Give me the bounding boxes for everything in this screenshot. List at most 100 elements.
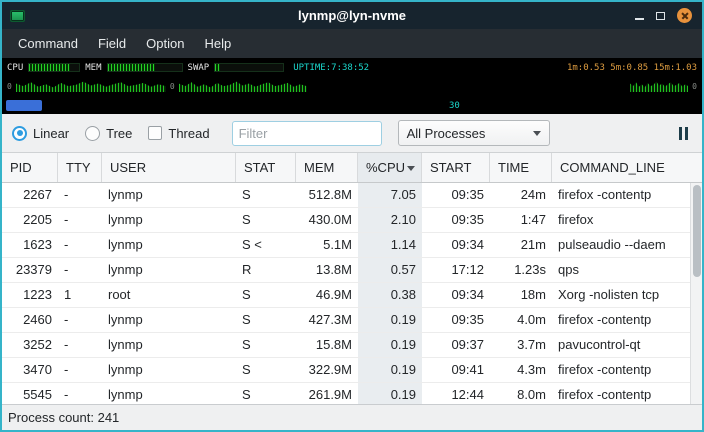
graph-timeline: 30 — [2, 98, 702, 114]
linear-radio-label: Linear — [33, 126, 69, 141]
cell-start: 09:35 — [422, 208, 490, 232]
sort-desc-icon — [407, 166, 415, 171]
table-row[interactable]: 2205-lynmpS430.0M2.1009:351:47firefox — [2, 208, 690, 233]
process-scope-select[interactable]: All Processes — [398, 120, 550, 146]
menu-field[interactable]: Field — [88, 31, 136, 56]
linear-radio[interactable] — [12, 126, 27, 141]
column-header-start[interactable]: START — [422, 153, 490, 182]
cell-pid: 2267 — [2, 183, 58, 207]
cell-start: 09:35 — [422, 308, 490, 332]
cell-user: lynmp — [102, 308, 236, 332]
cell-start: 09:37 — [422, 333, 490, 357]
cell-time: 4.3m — [490, 358, 552, 382]
cell-user: lynmp — [102, 208, 236, 232]
thread-checkbox[interactable] — [148, 126, 162, 140]
mem-label: MEM — [85, 63, 101, 73]
menu-command[interactable]: Command — [8, 31, 88, 56]
column-header-label: TTY — [66, 160, 91, 175]
cell-cmd: firefox -contentp — [552, 358, 690, 382]
cell-tty: - — [58, 258, 102, 282]
column-header-cpu[interactable]: %CPU — [358, 153, 422, 182]
cell-time: 21m — [490, 233, 552, 257]
app-window: lynmp@lyn-nvme Command Field Option Help… — [0, 0, 704, 432]
cell-start: 09:35 — [422, 183, 490, 207]
cell-time: 24m — [490, 183, 552, 207]
pause-icon — [685, 127, 688, 140]
cell-mem: 261.9M — [296, 383, 358, 404]
cpu-meter — [28, 63, 80, 72]
timeline-marker — [6, 100, 42, 111]
tree-radio-label: Tree — [106, 126, 132, 141]
thread-checkbox-label: Thread — [168, 126, 209, 141]
cell-cpu: 0.19 — [358, 383, 422, 404]
cell-mem: 13.8M — [296, 258, 358, 282]
table-row[interactable]: 3470-lynmpS322.9M0.1909:414.3mfirefox -c… — [2, 358, 690, 383]
cell-pid: 2460 — [2, 308, 58, 332]
close-icon[interactable] — [677, 8, 692, 23]
cell-cpu: 0.57 — [358, 258, 422, 282]
table-header: PID TTY USER STAT MEM %CPUSTART TIME COMMAND_LI… — [2, 152, 702, 183]
scrollbar-thumb[interactable] — [693, 185, 701, 277]
cell-time: 1:47 — [490, 208, 552, 232]
column-header-time[interactable]: TIME — [490, 153, 552, 182]
cell-cmd: qps — [552, 258, 690, 282]
menu-help[interactable]: Help — [194, 31, 241, 56]
column-header-stat[interactable]: STAT — [236, 153, 296, 182]
cell-stat: S — [236, 308, 296, 332]
tree-radio[interactable] — [85, 126, 100, 141]
load-average-label: 1m:0.53 5m:0.85 15m:1.03 — [567, 63, 697, 73]
cell-start: 09:34 — [422, 283, 490, 307]
system-monitor: CPU MEM SWAP UPTIME:7:38:52 1m:0.53 5m:0… — [2, 58, 702, 98]
linear-radio-group[interactable]: Linear — [12, 126, 69, 141]
cell-cmd: firefox -contentp — [552, 183, 690, 207]
column-header-label: COMMAND_LINE — [560, 160, 665, 175]
restore-icon[interactable] — [656, 12, 665, 20]
cell-cmd: pulseaudio --daem — [552, 233, 690, 257]
process-count-label: Process count: 241 — [8, 410, 119, 425]
vertical-scrollbar[interactable] — [690, 183, 702, 404]
table-row[interactable]: 2460-lynmpS427.3M0.1909:354.0mfirefox -c… — [2, 308, 690, 333]
cell-tty: 1 — [58, 283, 102, 307]
mem-graph-zero-label: 0 — [170, 82, 175, 92]
cell-user: lynmp — [102, 333, 236, 357]
table-row[interactable]: 5545-lynmpS261.9M0.1912:448.0mfirefox -c… — [2, 383, 690, 404]
column-header-command-line[interactable]: COMMAND_LINE — [552, 153, 702, 182]
tree-radio-group[interactable]: Tree — [85, 126, 132, 141]
table-row[interactable]: 1623-lynmpS <5.1M1.1409:3421mpulseaudio … — [2, 233, 690, 258]
column-header-label: MEM — [304, 160, 334, 175]
thread-checkbox-group[interactable]: Thread — [148, 126, 209, 141]
filter-input[interactable] — [232, 121, 382, 146]
column-header-label: STAT — [244, 160, 275, 175]
cell-cpu: 2.10 — [358, 208, 422, 232]
cell-tty: - — [58, 333, 102, 357]
cell-user: lynmp — [102, 233, 236, 257]
column-header-label: USER — [110, 160, 146, 175]
column-header-tty[interactable]: TTY — [58, 153, 102, 182]
cell-mem: 5.1M — [296, 233, 358, 257]
timeline-tick-label: 30 — [449, 101, 460, 111]
pause-button[interactable] — [675, 123, 692, 144]
table-row[interactable]: 2267-lynmpS512.8M7.0509:3524mfirefox -co… — [2, 183, 690, 208]
cpu-graph-zero-label: 0 — [7, 82, 12, 92]
cell-user: lynmp — [102, 358, 236, 382]
menu-option[interactable]: Option — [136, 31, 194, 56]
cell-stat: S — [236, 183, 296, 207]
cell-tty: - — [58, 233, 102, 257]
cell-time: 3.7m — [490, 333, 552, 357]
mem-meter — [107, 63, 183, 72]
table-row[interactable]: 12231rootS46.9M0.3809:3418mXorg -noliste… — [2, 283, 690, 308]
table-row[interactable]: 3252-lynmpS15.8M0.1909:373.7mpavucontrol… — [2, 333, 690, 358]
load-graph-zero-label: 0 — [692, 82, 697, 92]
column-header-pid[interactable]: PID — [2, 153, 58, 182]
cell-time: 1.23s — [490, 258, 552, 282]
cell-start: 12:44 — [422, 383, 490, 404]
table-row[interactable]: 23379-lynmpR13.8M0.5717:121.23sqps — [2, 258, 690, 283]
cell-pid: 3470 — [2, 358, 58, 382]
statusbar: Process count: 241 — [2, 404, 702, 430]
minimize-icon[interactable] — [635, 18, 644, 20]
column-header-user[interactable]: USER — [102, 153, 236, 182]
cell-mem: 512.8M — [296, 183, 358, 207]
column-header-label: TIME — [498, 160, 529, 175]
column-header-mem[interactable]: MEM — [296, 153, 358, 182]
cell-stat: S — [236, 358, 296, 382]
